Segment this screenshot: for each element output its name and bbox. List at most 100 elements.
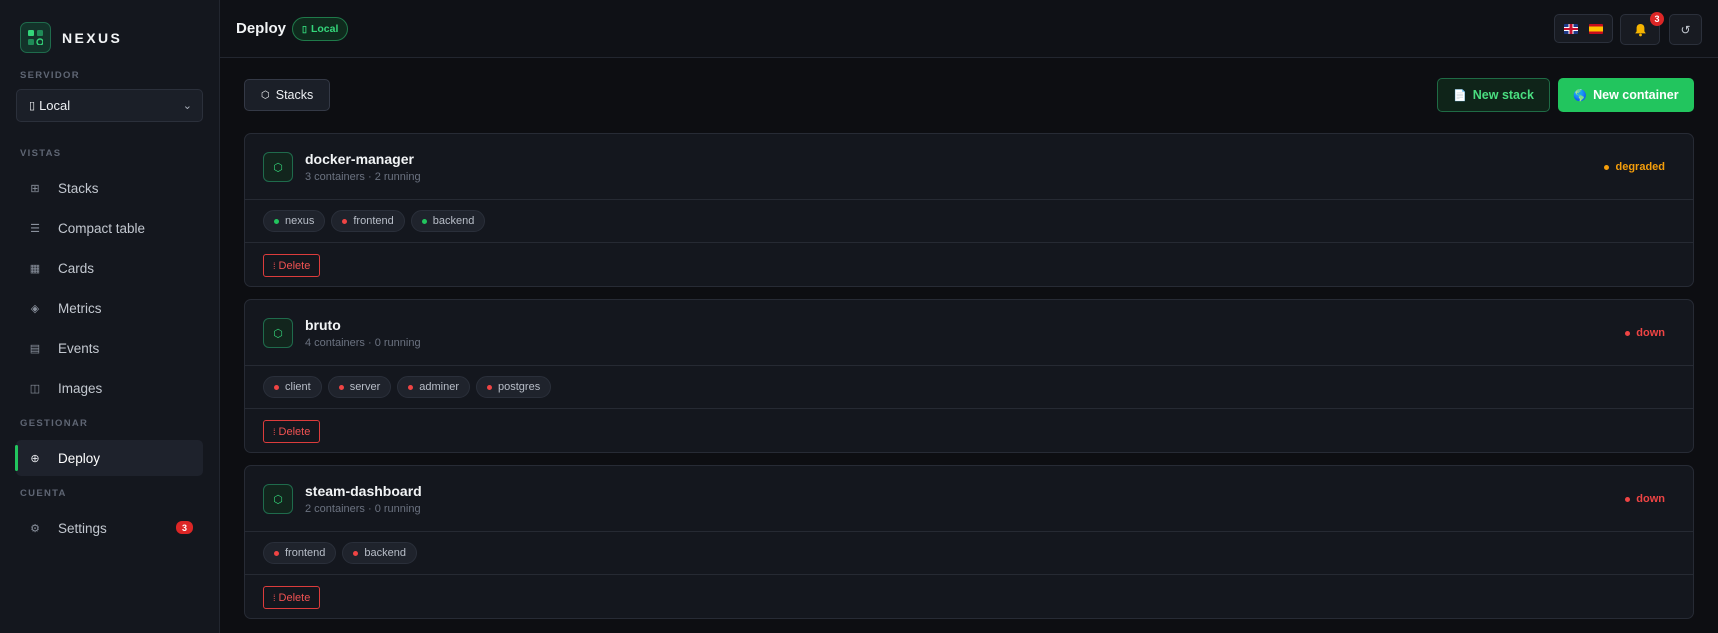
stack-status-label: down <box>1636 493 1665 505</box>
hexagon-icon: ⬡ <box>263 484 293 514</box>
stack-actions: ⁞ Delete <box>245 243 1693 286</box>
sidebar-item-label: Events <box>58 340 100 356</box>
status-dot-icon <box>353 550 359 556</box>
bell-icon <box>1634 23 1646 36</box>
refresh-icon: ↺ <box>1680 22 1691 37</box>
service-tag-label: frontend <box>285 547 326 559</box>
stack-card-header[interactable]: ⬡ steam-dashboard 2 containers · 0 runni… <box>245 466 1693 532</box>
hexagon-icon: ⬡ <box>261 89 270 101</box>
stack-card-steam-dashboard: ⬡ steam-dashboard 2 containers · 0 runni… <box>244 465 1694 619</box>
server-icon: ▯ <box>302 23 307 34</box>
env-badge: ▯ Local <box>292 17 349 41</box>
stack-status: down <box>1625 493 1665 505</box>
status-dot-icon <box>338 384 344 390</box>
stack-name: docker-manager <box>305 151 414 167</box>
brand[interactable]: NEXUS <box>20 22 122 53</box>
sidebar-item-label: Cards <box>58 260 95 276</box>
status-dot-icon <box>274 218 279 224</box>
sidebar: NEXUS SERVIDOR ▯ Local ⌄ VISTAS ⊞ Stacks… <box>0 0 220 633</box>
settings-badge: 3 <box>176 521 193 534</box>
stack-card-bruto: ⬡ bruto 4 containers · 0 running down cl… <box>244 299 1694 453</box>
service-tag[interactable]: server <box>327 376 392 398</box>
delete-stack-button[interactable]: ⁞ Delete <box>263 586 321 609</box>
cards-icon: ▦ <box>29 262 41 275</box>
section-label-views: VISTAS <box>20 148 62 159</box>
service-tag-label: backend <box>364 547 406 559</box>
service-tag-label: client <box>285 381 311 393</box>
hexagon-icon: ⬡ <box>263 318 293 348</box>
service-tag-label: backend <box>432 215 475 227</box>
sidebar-item-events[interactable]: ▤ Events <box>16 330 203 366</box>
service-tags: client server adminer postgres <box>245 366 1693 409</box>
service-tag[interactable]: frontend <box>331 210 405 232</box>
stack-status: degraded <box>1604 161 1665 173</box>
service-tag[interactable]: frontend <box>263 542 337 564</box>
grid-logo-icon <box>20 22 51 53</box>
sidebar-item-label: Stacks <box>58 180 99 196</box>
section-label-account: CUENTA <box>20 488 67 499</box>
status-dot-icon <box>1625 496 1631 502</box>
stack-card-header[interactable]: ⬡ bruto 4 containers · 0 running down <box>245 300 1693 366</box>
sidebar-item-images[interactable]: ◫ Images <box>16 370 203 406</box>
delete-label: Delete <box>278 259 311 272</box>
sidebar-item-settings[interactable]: ⚙ Settings 3 <box>16 510 203 546</box>
stack-card-header[interactable]: ⬡ docker-manager 3 containers · 2 runnin… <box>245 134 1693 200</box>
sidebar-item-compact-table[interactable]: ☰ Compact table <box>16 210 203 246</box>
top-header: Deploy ▯ Local 3 ↺ <box>220 0 1718 58</box>
metrics-diamond-icon: ◈ <box>30 302 40 315</box>
new-stack-label: New stack <box>1472 88 1534 102</box>
service-tag[interactable]: backend <box>342 542 417 564</box>
status-dot-icon <box>342 218 348 224</box>
status-dot-icon <box>274 384 279 390</box>
page-title: Deploy <box>236 20 287 37</box>
status-dot-icon <box>487 384 492 390</box>
stack-name: steam-dashboard <box>305 483 422 499</box>
sidebar-item-label: Deploy <box>58 450 101 466</box>
new-container-button[interactable]: 🌎 New container <box>1558 78 1694 112</box>
document-icon: 📄 <box>1453 89 1467 102</box>
service-tag[interactable]: client <box>263 376 322 398</box>
delete-label: Delete <box>278 591 311 604</box>
refresh-button[interactable]: ↺ <box>1669 14 1702 45</box>
service-tag[interactable]: postgres <box>476 376 552 398</box>
env-badge-label: Local <box>310 23 339 35</box>
stack-status-label: down <box>1636 327 1665 339</box>
delete-stack-button[interactable]: ⁞ Delete <box>263 254 321 277</box>
stack-status-label: degraded <box>1615 161 1665 173</box>
stack-summary: 2 containers · 0 running <box>305 503 421 515</box>
new-container-label: New container <box>1593 88 1679 102</box>
stack-name: bruto <box>305 317 341 333</box>
sidebar-item-stacks[interactable]: ⊞ Stacks <box>16 170 203 206</box>
sidebar-item-cards[interactable]: ▦ Cards <box>16 250 203 286</box>
stack-summary: 4 containers · 0 running <box>305 337 421 349</box>
service-tag-label: postgres <box>498 381 541 393</box>
notifications-button[interactable]: 3 <box>1620 12 1664 45</box>
globe-icon: 🌎 <box>1573 89 1588 102</box>
tab-stacks-label: Stacks <box>275 88 314 102</box>
stack-summary: 3 containers · 2 running <box>305 171 421 183</box>
service-tags: frontend backend <box>245 532 1693 575</box>
sidebar-item-label: Settings <box>58 520 107 536</box>
delete-stack-button[interactable]: ⁞ Delete <box>263 420 321 443</box>
server-select[interactable]: ▯ Local ⌄ <box>16 89 203 122</box>
sidebar-item-label: Compact table <box>58 220 146 236</box>
trash-icon: ⁞ <box>273 260 276 271</box>
sidebar-item-label: Metrics <box>58 300 102 316</box>
section-label-manage: GESTIONAR <box>20 418 89 429</box>
service-tag[interactable]: backend <box>410 210 486 232</box>
stacks-grid-icon: ⊞ <box>30 182 40 195</box>
hexagon-icon: ⬡ <box>263 152 293 182</box>
english-flag-icon[interactable] <box>1564 23 1579 34</box>
stack-status: down <box>1625 327 1665 339</box>
server-select-value: Local <box>39 98 71 113</box>
sidebar-item-deploy[interactable]: ⊕ Deploy <box>15 440 203 476</box>
service-tag-label: server <box>349 381 381 393</box>
service-tag[interactable]: nexus <box>263 210 326 232</box>
tab-stacks[interactable]: ⬡ Stacks <box>244 79 331 111</box>
status-dot-icon <box>408 384 414 390</box>
status-dot-icon <box>1604 164 1610 170</box>
new-stack-button[interactable]: 📄 New stack <box>1437 78 1550 112</box>
service-tag[interactable]: adminer <box>397 376 470 398</box>
spanish-flag-icon[interactable] <box>1588 23 1603 34</box>
sidebar-item-metrics[interactable]: ◈ Metrics <box>16 290 203 326</box>
